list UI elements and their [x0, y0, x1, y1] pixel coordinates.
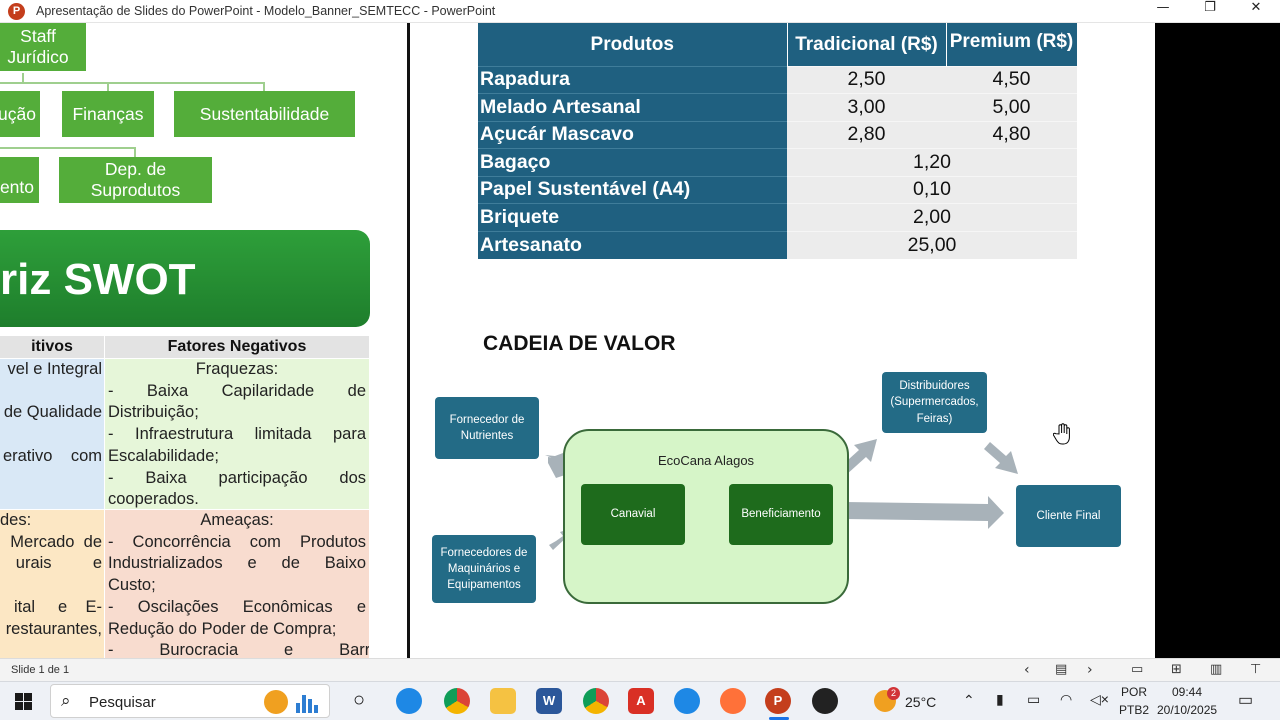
restore-button[interactable]: ❐ — [1187, 0, 1233, 23]
node-label: Distribuidores (Supermercados, Feiras) — [890, 380, 979, 425]
slide-sorter-icon[interactable]: ⊞ — [1171, 662, 1182, 677]
node-label: Canavial — [610, 508, 656, 521]
normal-view-icon[interactable]: ▭ — [1131, 662, 1143, 677]
minimize-button[interactable]: — — [1140, 0, 1186, 23]
slide-letterbox — [1155, 23, 1280, 658]
node-label: Cliente Final — [1036, 509, 1101, 522]
slideshow-icon[interactable]: ⊤ — [1250, 662, 1261, 677]
arrow-distribuidores-to-cliente — [984, 442, 1018, 474]
node-canavial: Canavial — [581, 484, 685, 545]
file-explorer-icon[interactable] — [490, 688, 516, 714]
node-label: Fornecedores de Maquinários e Equipament… — [440, 546, 528, 592]
pdf-reader-icon[interactable]: A — [628, 688, 654, 714]
arrow-eco-to-cliente — [845, 496, 1004, 529]
task-view-icon[interactable]: ○ — [346, 688, 372, 714]
slide-menu-icon[interactable]: ▤ — [1055, 662, 1067, 677]
node-label: Beneficiamento — [741, 508, 821, 521]
recorder-app-icon[interactable] — [812, 688, 838, 714]
window-title: Apresentação de Slides do PowerPoint - M… — [36, 4, 496, 18]
notification-icon[interactable]: ▭ — [1238, 690, 1253, 710]
status-bar: Slide 1 de 1 ‹ ▤ › ▭ ⊞ ▥ ⊤ — [0, 658, 1280, 681]
previous-slide-icon[interactable]: ‹ — [1024, 662, 1030, 678]
weather-temperature[interactable]: 25°C — [905, 694, 936, 710]
weather-badge: 2 — [887, 687, 900, 700]
node-beneficiamento: Beneficiamento — [729, 484, 833, 545]
ecocana-label: EcoCana Alagos — [657, 453, 755, 468]
slide-counter[interactable]: Slide 1 de 1 — [11, 664, 69, 676]
node-cliente-final: Cliente Final — [1016, 485, 1121, 547]
hand-cursor-icon — [1053, 423, 1070, 445]
search-icon: ⌕ — [61, 691, 71, 711]
node-label: Fornecedor de Nutrientes — [449, 413, 525, 442]
search-placeholder: Pesquisar — [89, 694, 156, 711]
node-distribuidores: Distribuidores (Supermercados, Feiras) — [882, 372, 987, 433]
node-fornecedores-maquinarios: Fornecedores de Maquinários e Equipament… — [432, 535, 536, 603]
title-bar: P Apresentação de Slides do PowerPoint -… — [0, 0, 1280, 23]
close-button[interactable]: ✕ — [1233, 0, 1279, 23]
powerpoint-taskbar-icon[interactable]: P — [765, 688, 791, 714]
clock-date[interactable]: 20/10/2025 — [1157, 703, 1217, 717]
firefox-icon[interactable] — [720, 688, 746, 714]
language-indicator-top[interactable]: POR — [1121, 685, 1147, 699]
edge-browser-icon[interactable] — [396, 688, 422, 714]
wifi-icon[interactable]: ◠ — [1060, 691, 1072, 708]
reading-view-icon[interactable]: ▥ — [1210, 662, 1222, 677]
chrome-profile-icon[interactable] — [583, 688, 609, 714]
taskbar-search-box[interactable]: ⌕ Pesquisar — [50, 684, 330, 718]
speaker-muted-icon[interactable]: ◁× — [1090, 691, 1109, 708]
edge-profile-icon[interactable] — [674, 688, 700, 714]
windows-start-icon[interactable] — [15, 693, 32, 710]
chevron-up-icon[interactable]: ⌃ — [963, 692, 975, 709]
powerpoint-app-icon[interactable]: P — [8, 3, 25, 20]
microphone-icon[interactable]: ▮ — [996, 691, 1004, 708]
next-slide-icon[interactable]: › — [1087, 662, 1093, 678]
search-chart-icon — [294, 691, 324, 713]
node-fornecedor-nutrientes: Fornecedor de Nutrientes — [435, 397, 539, 459]
search-highlight-icon — [264, 690, 288, 714]
slide-canvas[interactable]: Staff Jurídico ução Finanças Sustentabil… — [0, 23, 1280, 658]
word-app-icon[interactable]: W — [536, 688, 562, 714]
language-indicator-bottom[interactable]: PTB2 — [1119, 703, 1149, 717]
battery-icon[interactable]: ▭ — [1027, 691, 1040, 708]
chrome-browser-icon[interactable] — [444, 688, 470, 714]
taskbar: ⌕ Pesquisar ○ W A P 2 25°C ⌃ ▮ ▭ ◠ ◁× PO… — [0, 681, 1280, 720]
clock-time[interactable]: 09:44 — [1172, 685, 1202, 699]
